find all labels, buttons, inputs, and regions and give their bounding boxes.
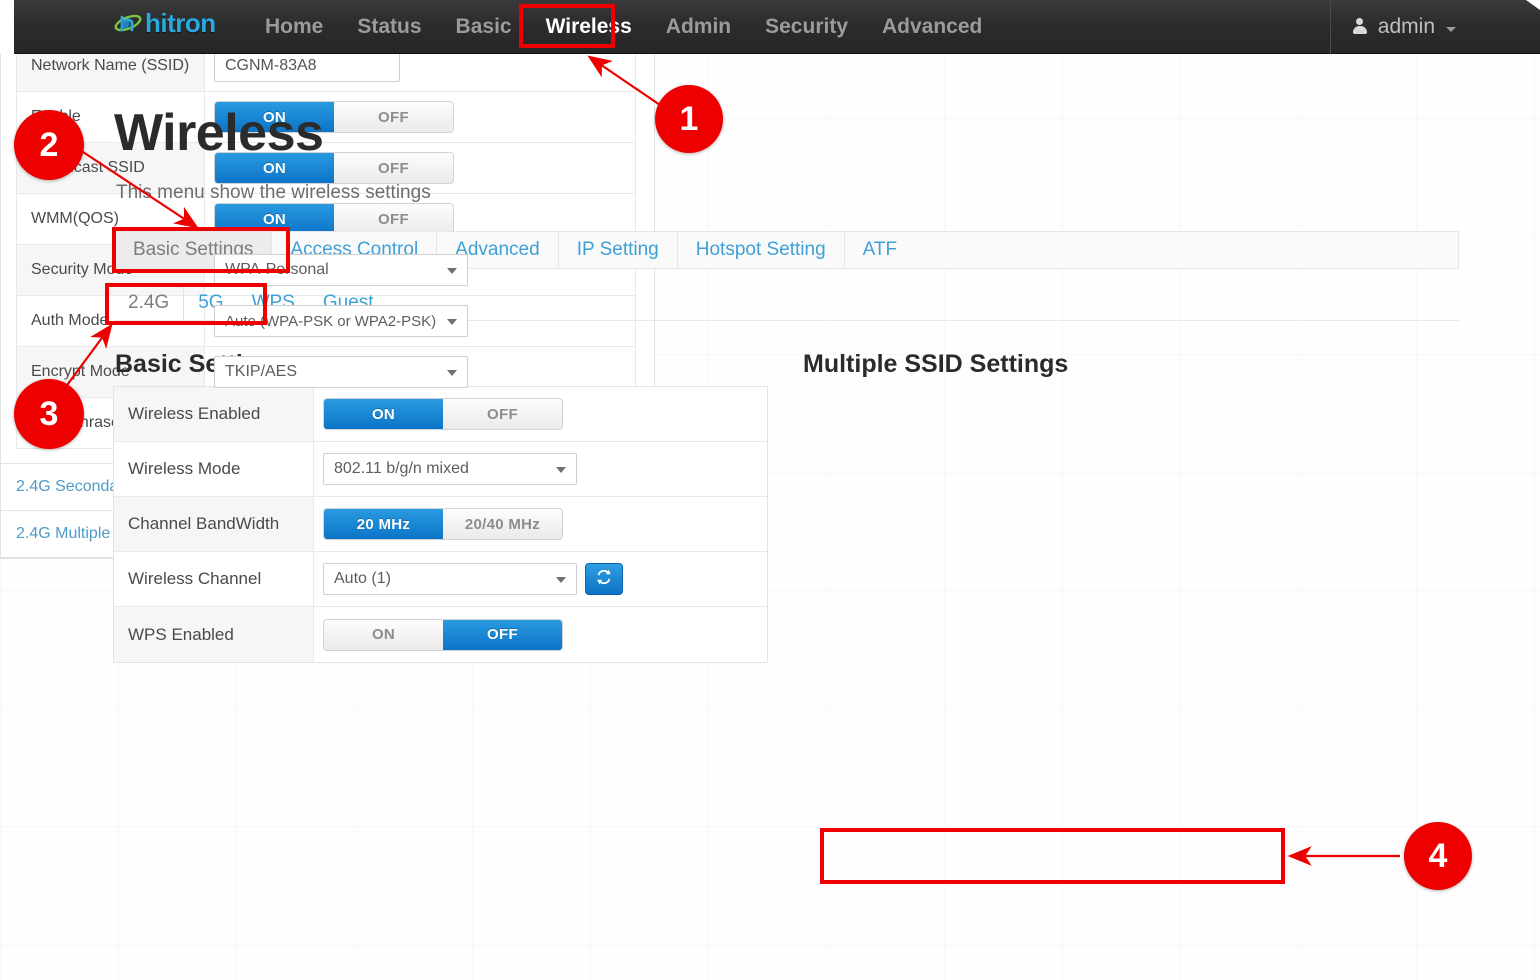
encrypt-mode-value: TKIP/AES [225, 363, 297, 381]
brand-name: hitron [145, 8, 216, 38]
refresh-icon [595, 568, 613, 591]
main-nav: Home Status Basic Wireless Admin Securit… [248, 0, 999, 54]
table-row: Channel BandWidth 20 MHz 20/40 MHz [114, 497, 767, 552]
annotation-badge-1: 1 [655, 85, 723, 153]
encrypt-mode-select[interactable]: TKIP/AES [214, 356, 468, 388]
toggle-on-segment[interactable]: ON [324, 620, 443, 650]
security-mode-value: WPA-Personal [225, 261, 329, 279]
toggle-on-segment[interactable]: ON [324, 399, 443, 429]
basic-settings-table: Wireless Enabled ON OFF Wireless Mode 80… [113, 386, 768, 663]
chevron-down-icon [1446, 27, 1456, 32]
row-label-wireless-enabled: Wireless Enabled [114, 387, 314, 441]
row-value: 20 MHz 20/40 MHz [314, 497, 767, 551]
multiple-ssid-heading: Multiple SSID Settings [803, 350, 1068, 379]
hitron-swoosh-icon [113, 8, 143, 38]
row-label-channel-bandwidth: Channel BandWidth [114, 497, 314, 551]
network-name-input[interactable]: CGNM-83A8 [214, 50, 400, 82]
channel-bandwidth-toggle[interactable]: 20 MHz 20/40 MHz [323, 508, 563, 540]
toggle-2040mhz-segment[interactable]: 20/40 MHz [443, 509, 562, 539]
row-label-wireless-channel: Wireless Channel [114, 552, 314, 606]
nav-item-wireless[interactable]: Wireless [529, 0, 649, 54]
table-row: Wireless Mode 802.11 b/g/n mixed [114, 442, 767, 497]
tab-hotspot-setting[interactable]: Hotspot Setting [678, 232, 845, 268]
top-navigation-bar: hitron Home Status Basic Wireless Admin … [0, 0, 1540, 54]
toggle-off-segment[interactable]: OFF [334, 153, 453, 183]
table-row: Enable ON OFF [17, 92, 635, 143]
table-row: WPS Enabled ON OFF [114, 607, 767, 662]
toggle-off-segment[interactable]: OFF [443, 620, 562, 650]
page-title: Wireless [114, 103, 323, 163]
brand-logo[interactable]: hitron [113, 8, 216, 38]
chevron-down-icon [556, 467, 566, 473]
annotation-badge-4: 4 [1404, 822, 1472, 890]
tab-atf[interactable]: ATF [845, 232, 915, 268]
user-icon [1353, 18, 1367, 36]
chevron-down-icon [447, 268, 457, 274]
subtab-24g[interactable]: 2.4G [114, 285, 184, 320]
table-row: Wireless Enabled ON OFF [114, 387, 767, 442]
nav-item-home[interactable]: Home [248, 0, 340, 54]
wireless-channel-select[interactable]: Auto (1) [323, 563, 577, 595]
refresh-channel-button[interactable] [585, 563, 623, 595]
annotation-badge-2: 2 [14, 110, 84, 180]
page-subtitle: This menu show the wireless settings [116, 182, 431, 204]
toggle-on-segment[interactable]: ON [215, 204, 334, 234]
toggle-off-segment[interactable]: OFF [334, 204, 453, 234]
auth-mode-value: Auto (WPA-PSK or WPA2-PSK) [225, 313, 436, 330]
security-mode-select[interactable]: WPA-Personal [214, 254, 468, 286]
wireless-channel-value: Auto (1) [334, 570, 391, 588]
wps-enabled-toggle[interactable]: ON OFF [323, 619, 563, 651]
user-menu[interactable]: admin [1330, 0, 1456, 54]
wireless-mode-value: 802.11 b/g/n mixed [334, 460, 469, 478]
nav-item-advanced[interactable]: Advanced [865, 0, 999, 54]
toggle-20mhz-segment[interactable]: 20 MHz [324, 509, 443, 539]
row-value: ON OFF [314, 607, 767, 662]
annotation-badge-3: 3 [14, 379, 84, 449]
highlight-box-pass-phrase [820, 828, 1285, 884]
app-root: hitron Home Status Basic Wireless Admin … [0, 0, 1540, 980]
chevron-down-icon [447, 319, 457, 325]
auth-mode-select[interactable]: Auto (WPA-PSK or WPA2-PSK) [214, 305, 468, 337]
nav-item-basic[interactable]: Basic [439, 0, 529, 54]
row-value: ON OFF [314, 387, 767, 441]
nav-item-status[interactable]: Status [340, 0, 438, 54]
chevron-down-icon [447, 370, 457, 376]
nav-item-security[interactable]: Security [748, 0, 865, 54]
user-name: admin [1378, 15, 1435, 39]
toggle-off-segment[interactable]: OFF [443, 399, 562, 429]
wireless-mode-select[interactable]: 802.11 b/g/n mixed [323, 453, 577, 485]
table-row: Wireless Channel Auto (1) [114, 552, 767, 607]
row-label-wps-enabled: WPS Enabled [114, 607, 314, 662]
chevron-down-icon [556, 577, 566, 583]
wireless-enabled-toggle[interactable]: ON OFF [323, 398, 563, 430]
tab-ip-setting[interactable]: IP Setting [559, 232, 678, 268]
nav-item-admin[interactable]: Admin [649, 0, 748, 54]
row-value: Auto (1) [314, 552, 767, 606]
toggle-off-segment[interactable]: OFF [334, 102, 453, 132]
row-value: 802.11 b/g/n mixed [314, 442, 767, 496]
row-label-wireless-mode: Wireless Mode [114, 442, 314, 496]
